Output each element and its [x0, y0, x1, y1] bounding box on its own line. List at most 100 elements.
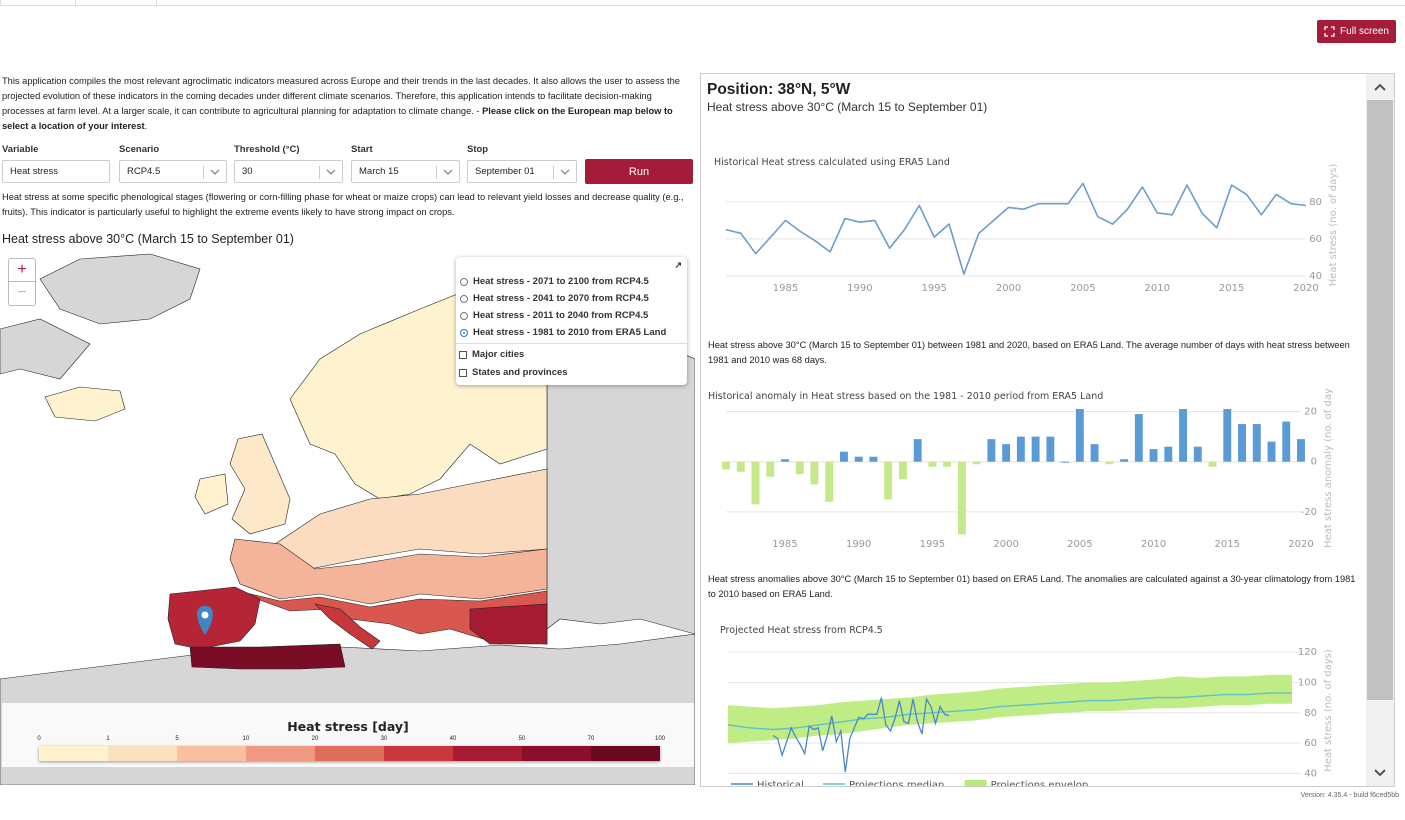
- overlay-states-provinces[interactable]: States and provinces: [459, 367, 568, 378]
- legend-swatch: [39, 746, 108, 761]
- x-tick-label: 1985: [773, 283, 798, 294]
- anomaly-bar: [1002, 444, 1011, 462]
- legend-label: Projections envelop: [991, 780, 1089, 787]
- x-tick-label: 2015: [1215, 539, 1240, 550]
- zoom-in-button[interactable]: +: [9, 259, 35, 281]
- x-tick-label: 2020: [1288, 539, 1313, 550]
- anomaly-bar: [839, 451, 848, 462]
- europe-map[interactable]: + − ↗ Heat stress - 2071 to 2100 from RC…: [0, 249, 695, 785]
- legend-swatch: [315, 746, 384, 761]
- legend-swatch: [591, 746, 660, 761]
- anomaly-bar: [1179, 409, 1188, 462]
- legend-ticks: 015102030405070100150: [37, 736, 665, 746]
- tab-active[interactable]: [156, 0, 1405, 6]
- anomaly-chart[interactable]: -20 0 20 1985 1990 1995 2000 2005 2010 2015 2020 He…: [701, 374, 1366, 554]
- legend-tick-label: 50: [518, 736, 526, 742]
- anomaly-bar: [898, 461, 907, 480]
- anomaly-bar: [1164, 446, 1173, 462]
- layers-divider: [456, 343, 687, 344]
- radio-icon: [460, 294, 468, 303]
- x-tick-label: 1995: [920, 539, 945, 550]
- anomaly-bar: [1031, 436, 1040, 462]
- variable-select[interactable]: Heat stress: [2, 160, 110, 183]
- legend-label: Projections median: [849, 780, 944, 787]
- run-button[interactable]: Run: [585, 159, 693, 184]
- zoom-control: + −: [8, 258, 36, 306]
- chart2-description: Heat stress anomalies above 30°C (March …: [708, 574, 1356, 599]
- y-tick-label: 0: [1311, 457, 1317, 468]
- x-tick-label: 2005: [1067, 539, 1092, 550]
- x-tick-label: 2005: [1070, 283, 1095, 294]
- expand-icon[interactable]: ↗: [674, 260, 682, 271]
- map-title: Heat stress above 30°C (March 15 to Sept…: [2, 232, 294, 246]
- scenario-select[interactable]: RCP4.5: [119, 160, 227, 183]
- anomaly-bar: [1252, 424, 1261, 462]
- anomaly-bar: [1282, 421, 1291, 462]
- legend-swatch: [522, 746, 591, 761]
- start-select[interactable]: March 15: [351, 160, 460, 183]
- layer-option-1981[interactable]: Heat stress - 1981 to 2010 from ERA5 Lan…: [460, 327, 666, 338]
- y-tick-label: 60: [1304, 738, 1317, 749]
- anomaly-bar: [1105, 461, 1114, 465]
- variable-label: Variable: [2, 144, 39, 155]
- start-field: Start March 15: [351, 144, 460, 183]
- intro-text: This application compiles the most relev…: [2, 76, 680, 131]
- legend-tick-label: 1: [106, 736, 110, 742]
- anomaly-bar: [1016, 436, 1025, 462]
- y-axis-label: Heat stress (no. of days): [1323, 649, 1334, 772]
- scroll-down-icon[interactable]: [1366, 760, 1394, 786]
- layer-option-2071[interactable]: Heat stress - 2071 to 2100 from RCP4.5: [460, 276, 649, 287]
- version-label: Version: 4.35.4 - build f6ced5bb: [1300, 792, 1399, 799]
- envelop-area: [728, 674, 1292, 744]
- checkbox-icon: [459, 368, 467, 377]
- anomaly-bar: [722, 461, 730, 470]
- threshold-select[interactable]: 30: [234, 160, 343, 183]
- legend-swatch: [384, 746, 453, 761]
- anomaly-bar: [943, 461, 952, 467]
- anomaly-bar: [854, 456, 863, 462]
- y-tick-label: 80: [1304, 708, 1317, 719]
- legend-tick-label: 5: [175, 736, 179, 742]
- legend-swatch: [177, 746, 246, 761]
- historical-chart[interactable]: 40 60 80 1985 1990 1995 2000 2005 2010 2015 2020 He…: [701, 154, 1366, 304]
- y-tick-label: 20: [1304, 407, 1317, 418]
- anomaly-bar: [766, 461, 775, 477]
- anomaly-bar: [1061, 461, 1070, 463]
- legend-tick-label: 0: [37, 736, 41, 742]
- projection-chart[interactable]: 406080100120198020002020204020602080Heat…: [701, 618, 1366, 787]
- anomaly-bar: [913, 439, 922, 462]
- panel-scrollbar[interactable]: [1366, 74, 1394, 786]
- land-maghreb: [189, 643, 346, 670]
- chart1-description: Heat stress above 30°C (March 15 to Sept…: [708, 340, 1350, 365]
- layers-panel: ↗ Heat stress - 2071 to 2100 from RCP4.5…: [456, 257, 687, 385]
- position-subtitle: Heat stress above 30°C (March 15 to Sept…: [707, 100, 988, 114]
- stop-select[interactable]: September 01: [467, 160, 577, 183]
- overlay-major-cities[interactable]: Major cities: [459, 349, 524, 360]
- map-legend: Heat stress [day] 015102030405070100150: [2, 703, 694, 767]
- scrollbar-thumb[interactable]: [1367, 100, 1393, 700]
- layer-option-2041[interactable]: Heat stress - 2041 to 2070 from RCP4.5: [460, 293, 649, 304]
- x-tick-label: 1990: [847, 283, 872, 294]
- anomaly-bar: [1267, 441, 1276, 462]
- checkbox-icon: [459, 350, 467, 359]
- y-tick-label: 40: [1309, 271, 1322, 282]
- anomaly-bar: [1238, 424, 1246, 462]
- legend-tick-label: 100: [654, 736, 666, 742]
- legend-tick-label: 30: [380, 736, 388, 742]
- threshold-field: Threshold (°C) 30: [234, 144, 343, 183]
- anomaly-bar: [1297, 439, 1305, 462]
- scenario-label: Scenario: [119, 144, 160, 155]
- chevron-down-icon: [560, 169, 570, 175]
- zoom-out-button[interactable]: −: [9, 281, 35, 304]
- x-tick-label: 1990: [846, 539, 871, 550]
- x-tick-label: 2010: [1145, 283, 1170, 294]
- x-tick-label: 2015: [1219, 283, 1244, 294]
- fullscreen-button[interactable]: Full screen: [1317, 20, 1396, 43]
- anomaly-bar: [1046, 436, 1055, 462]
- x-tick-label: 2010: [1141, 539, 1166, 550]
- results-panel[interactable]: Position: 38°N, 5°W Heat stress above 30…: [700, 73, 1395, 787]
- tab-left[interactable]: [0, 0, 76, 6]
- layer-option-2011[interactable]: Heat stress - 2011 to 2040 from RCP4.5: [460, 310, 648, 321]
- scroll-up-icon[interactable]: [1366, 74, 1394, 100]
- anomaly-bar: [1134, 414, 1143, 462]
